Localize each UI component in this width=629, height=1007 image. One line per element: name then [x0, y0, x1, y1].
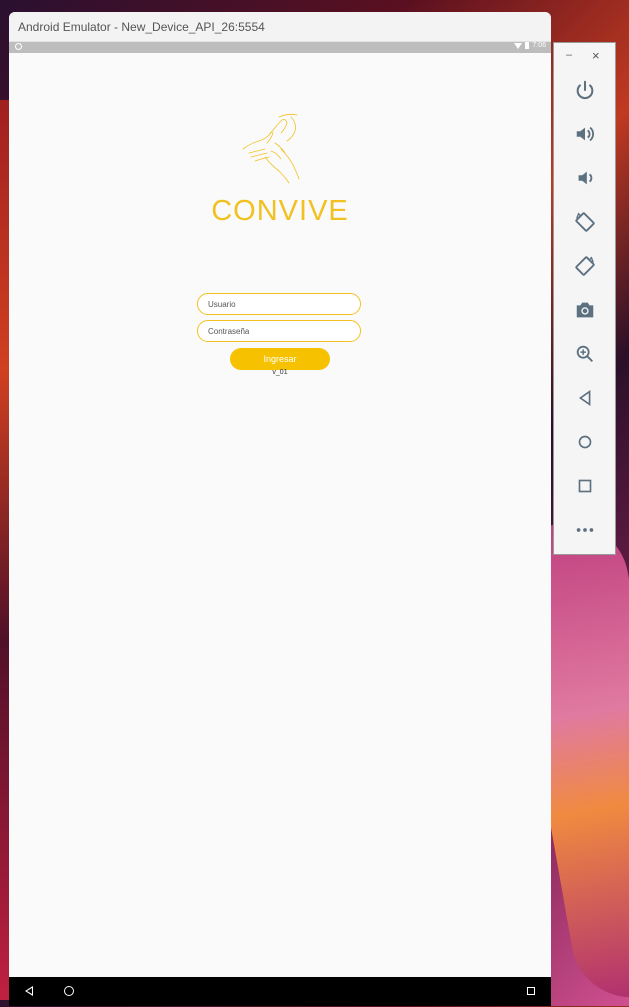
rotate-left-icon[interactable] — [572, 209, 598, 235]
close-button[interactable]: × — [592, 48, 600, 63]
volume-down-icon[interactable] — [572, 165, 598, 191]
rotate-right-icon[interactable] — [572, 253, 598, 279]
window-title: Android Emulator - New_Device_API_26:555… — [18, 19, 265, 34]
nav-overview-icon[interactable] — [527, 987, 535, 995]
login-button[interactable]: Ingresar — [230, 348, 330, 370]
window-title-bar: Android Emulator - New_Device_API_26:555… — [9, 12, 551, 42]
more-icon[interactable] — [572, 517, 598, 543]
battery-icon — [525, 42, 530, 49]
camera-icon[interactable] — [572, 297, 598, 323]
side-panel-header: – × — [554, 43, 615, 69]
zoom-icon[interactable] — [572, 341, 598, 367]
username-input[interactable] — [197, 293, 361, 315]
android-status-bar: 7:06 — [9, 42, 551, 53]
app-screen: CONVIVE Ingresar v_01 — [9, 53, 551, 977]
power-icon[interactable] — [572, 77, 598, 103]
version-label: v_01 — [272, 369, 288, 376]
back-icon[interactable] — [572, 385, 598, 411]
status-time: 7:06 — [532, 42, 546, 49]
hands-logo-icon — [242, 113, 300, 184]
notification-icon — [15, 43, 22, 50]
brand-title: CONVIVE — [211, 195, 349, 227]
status-icons: 7:06 — [514, 42, 546, 49]
overview-icon[interactable] — [572, 473, 598, 499]
password-input[interactable] — [197, 320, 361, 342]
emulator-side-controls: – × — [553, 42, 616, 555]
home-icon[interactable] — [572, 429, 598, 455]
emulator-window: Android Emulator - New_Device_API_26:555… — [9, 12, 551, 1006]
nav-home-icon[interactable] — [64, 986, 74, 996]
wifi-icon — [514, 42, 523, 49]
minimize-button[interactable]: – — [566, 49, 572, 61]
android-nav-bar — [9, 977, 551, 1006]
nav-back-inner — [27, 988, 32, 994]
volume-up-icon[interactable] — [572, 121, 598, 147]
